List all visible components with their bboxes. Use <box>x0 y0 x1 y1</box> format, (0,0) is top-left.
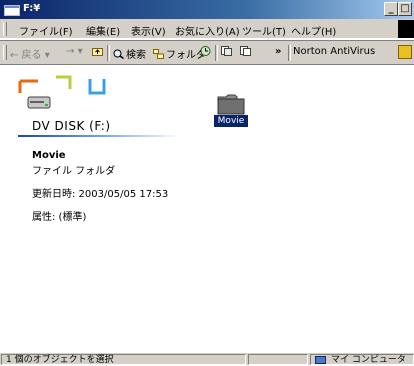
norton-icon[interactable] <box>398 45 412 59</box>
status-bar: 1 個のオブジェクトを選択 マイ コンピュータ <box>0 352 414 365</box>
history-button[interactable] <box>200 46 213 58</box>
menu-help[interactable]: ヘルプ(H) <box>291 23 336 38</box>
folder-label[interactable]: Movie <box>214 115 248 127</box>
title-divider <box>18 135 181 137</box>
toolbar-overflow-chevron-icon[interactable]: » <box>275 46 281 57</box>
folder-item[interactable]: Movie <box>214 93 248 141</box>
menu-bar: ファイル(F) 編集(E) 表示(V) お気に入り(A) ツール(T) ヘルプ(… <box>0 19 414 39</box>
up-folder-icon <box>92 48 103 56</box>
back-button[interactable]: ← 戻る ▾ <box>10 46 50 61</box>
windows-logo-icon <box>398 20 414 38</box>
standard-toolbar: ← 戻る ▾ → ▾ 検索 フォルダ » Norton AntiVirus <box>0 40 414 64</box>
selected-item-type: ファイル フォルダ <box>32 166 116 177</box>
minimize-button[interactable]: _ <box>384 2 398 16</box>
folder-icon <box>217 94 245 115</box>
menu-favorites[interactable]: お気に入り(A) <box>175 23 240 38</box>
toolbar-separator <box>107 45 110 61</box>
status-location-text: マイ コンピュータ <box>331 355 406 365</box>
my-computer-icon <box>315 356 326 364</box>
status-pane-empty <box>248 354 308 365</box>
toolbar-grip[interactable] <box>3 45 7 60</box>
title-bar[interactable]: F:¥ _ □ <box>0 0 414 19</box>
status-pane-selection: 1 個のオブジェクトを選択 <box>1 354 246 365</box>
copy-to-icon <box>240 46 251 56</box>
folders-button[interactable]: フォルダ <box>153 46 206 61</box>
norton-antivirus-button[interactable]: Norton AntiVirus <box>293 46 375 57</box>
menu-file[interactable]: ファイル(F) <box>19 23 73 38</box>
folders-icon <box>153 49 164 59</box>
window-title: F:¥ <box>23 3 41 14</box>
search-icon <box>113 49 124 59</box>
menu-view[interactable]: 表示(V) <box>131 23 166 38</box>
move-to-button[interactable] <box>221 46 234 58</box>
move-to-icon <box>221 46 232 56</box>
file-view[interactable]: DV DISK (F:) Movie ファイル フォルダ 更新日時: 2003/… <box>0 64 414 352</box>
status-selection-text: 1 個のオブジェクトを選択 <box>6 355 114 365</box>
status-pane-zone: マイ コンピュータ <box>310 354 414 365</box>
maximize-button[interactable]: □ <box>398 2 412 16</box>
up-folder-button[interactable] <box>92 46 105 58</box>
menu-tools[interactable]: ツール(T) <box>242 23 286 38</box>
forward-button[interactable]: → ▾ <box>66 46 83 57</box>
window-icon[interactable] <box>4 5 20 16</box>
menu-edit[interactable]: 編集(E) <box>86 23 120 38</box>
drive-title: DV DISK (F:) <box>32 119 111 133</box>
selected-item-name: Movie <box>32 150 66 161</box>
menubar-grip[interactable] <box>3 22 7 36</box>
copy-to-button[interactable] <box>240 46 253 58</box>
search-button[interactable]: 検索 <box>113 46 146 61</box>
selected-item-attributes: 属性: (標準) <box>32 212 87 223</box>
dvd-drive-banner-icon <box>18 75 106 109</box>
toolbar-separator <box>215 45 218 61</box>
history-icon <box>200 46 211 56</box>
toolbar-separator <box>288 45 291 61</box>
selected-item-modified: 更新日時: 2003/05/05 17:53 <box>32 189 169 200</box>
